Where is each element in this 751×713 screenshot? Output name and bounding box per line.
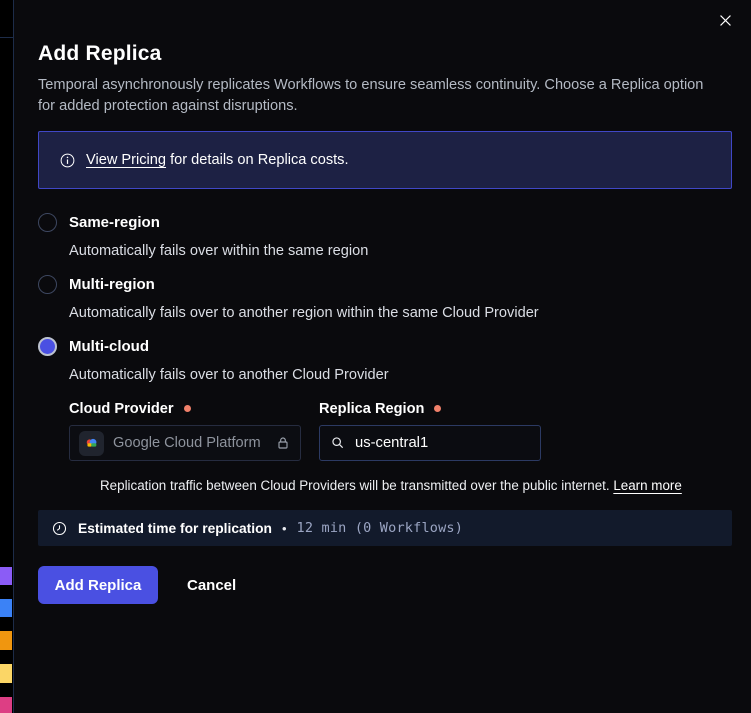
background-chip [0,631,12,650]
option-multi-region: Multi-region Automatically fails over to… [38,274,732,324]
x-icon [717,12,734,29]
info-icon [59,152,76,169]
estimate-banner: Estimated time for replication • 12 min … [38,510,732,546]
multi-cloud-radio[interactable] [38,337,57,356]
modal-actions: Add Replica Cancel [38,566,732,604]
background-page-divider [0,37,13,38]
pricing-info-banner: View Pricing for details on Replica cost… [38,131,732,189]
same-region-radio[interactable] [38,213,57,232]
clock-icon [51,520,68,537]
multi-cloud-form: Cloud Provider Replica Region [69,398,732,493]
estimate-separator: • [282,521,287,536]
cancel-button[interactable]: Cancel [187,577,236,594]
option-label: Multi-cloud [69,338,149,355]
option-multi-cloud: Multi-cloud Automatically fails over to … [38,336,732,493]
add-replica-button[interactable]: Add Replica [38,566,158,604]
background-chip [0,697,12,713]
cloud-provider-select[interactable]: Google Cloud Platform [69,425,301,461]
learn-more-link[interactable]: Learn more [613,478,681,493]
estimate-value: 12 min (0 Workflows) [297,520,464,536]
traffic-note: Replication traffic between Cloud Provid… [100,478,732,493]
option-same-region: Same-region Automatically fails over wit… [38,212,732,262]
add-replica-modal: Add Replica Temporal asynchronously repl… [13,0,751,713]
replica-region-field [319,425,541,461]
search-icon [330,435,346,451]
option-description: Automatically fails over to another regi… [69,303,732,324]
option-description: Automatically fails over to another Clou… [69,365,732,386]
replica-options-group: Same-region Automatically fails over wit… [38,212,732,493]
lock-icon [275,435,291,451]
replica-region-input[interactable] [355,435,530,451]
required-dot [184,405,191,412]
option-description: Automatically fails over within the same… [69,241,732,262]
background-chip [0,567,12,585]
pricing-banner-text: View Pricing for details on Replica cost… [86,152,349,168]
page-title: Add Replica [38,41,732,67]
replica-region-label: Replica Region [319,398,541,419]
estimate-label: Estimated time for replication [78,521,272,536]
view-pricing-link[interactable]: View Pricing [86,152,166,168]
gcp-logo-icon [79,431,104,456]
cloud-provider-value: Google Cloud Platform [113,435,266,451]
option-label: Same-region [69,214,160,231]
close-button[interactable] [714,9,736,31]
required-dot [434,405,441,412]
option-label: Multi-region [69,276,155,293]
modal-description: Temporal asynchronously replicates Workf… [38,75,724,117]
cloud-provider-label: Cloud Provider [69,398,301,419]
background-chip [0,599,12,617]
background-chip [0,664,12,683]
multi-region-radio[interactable] [38,275,57,294]
